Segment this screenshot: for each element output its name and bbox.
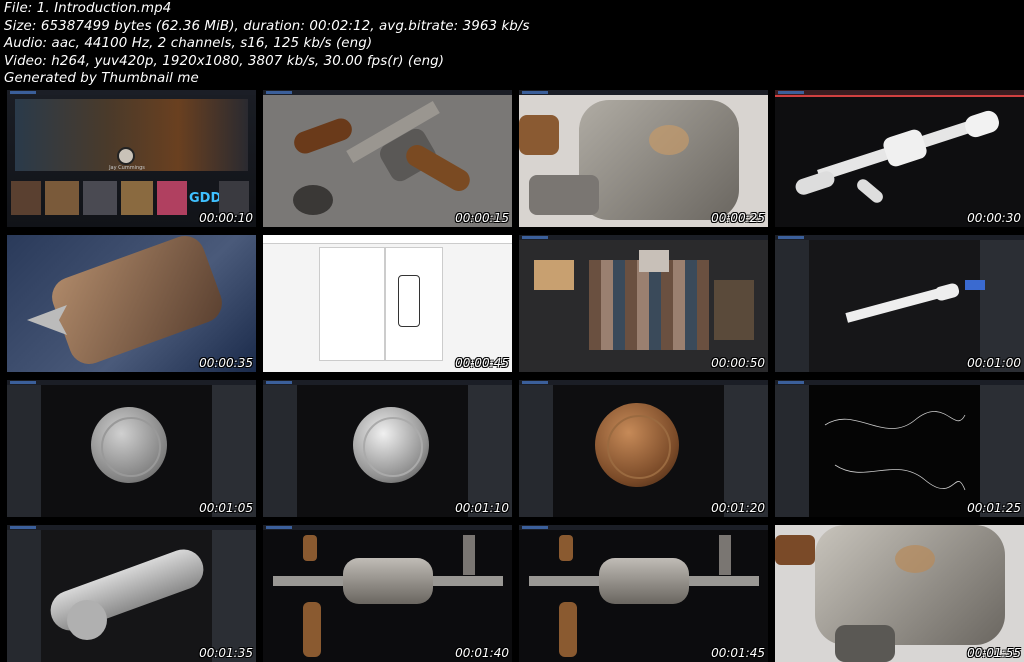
thumbnail[interactable]: 00:00:35 [7,235,256,372]
timestamp: 00:00:10 [199,211,253,225]
thumbnail[interactable]: 00:00:45 [263,235,512,372]
audio-info: Audio: aac, 44100 Hz, 2 channels, s16, 1… [4,36,373,51]
timestamp: 00:00:25 [711,211,765,225]
timestamp: 00:01:05 [199,501,253,515]
timestamp: 00:01:20 [711,501,765,515]
timestamp: 00:01:25 [967,501,1021,515]
thumbnail[interactable]: 00:00:30 [775,90,1024,227]
timestamp: 00:01:00 [967,356,1021,370]
thumbnail[interactable]: 00:00:15 [263,90,512,227]
thumbnail[interactable]: 00:01:25 [775,380,1024,517]
thumbnail[interactable]: 00:01:35 [7,525,256,662]
thumbnail[interactable]: 00:01:20 [519,380,768,517]
thumbnail[interactable]: 00:01:10 [263,380,512,517]
logo-text: GDD [189,191,222,206]
generator-info: Generated by Thumbnail me [4,71,199,86]
profile-name: Jay Cummings [109,165,145,171]
thumbnail[interactable]: 00:01:05 [7,380,256,517]
video-info: Video: h264, yuv420p, 1920x1080, 3807 kb… [4,53,445,69]
timestamp: 00:00:35 [199,356,253,370]
thumbnail[interactable]: 00:01:00 [775,235,1024,372]
thumbnail[interactable]: 00:00:50 [519,235,768,372]
thumbnail[interactable]: Jay Cummings GDD 00:00:10 [7,90,256,227]
timestamp: 00:01:10 [455,501,509,515]
thumbnail-grid: Jay Cummings GDD 00:00:10 00:00:15 00:00… [0,88,1024,662]
timestamp: 00:00:15 [455,211,509,225]
thumbnail[interactable]: 00:01:45 [519,525,768,662]
line-art-icon [824,411,966,491]
file-info: File: 1. Introduction.mp4 Size: 65387499… [4,0,530,88]
file-size: Size: 65387499 bytes (62.36 MiB), durati… [4,18,530,34]
timestamp: 00:00:45 [455,356,509,370]
thumbnail[interactable]: 00:01:55 [775,525,1024,662]
timestamp: 00:00:50 [711,356,765,370]
thumbnail[interactable]: 00:01:40 [263,525,512,662]
timestamp: 00:00:30 [967,211,1021,225]
file-name: File: 1. Introduction.mp4 [4,1,172,16]
thumbnail[interactable]: 00:00:25 [519,90,768,227]
